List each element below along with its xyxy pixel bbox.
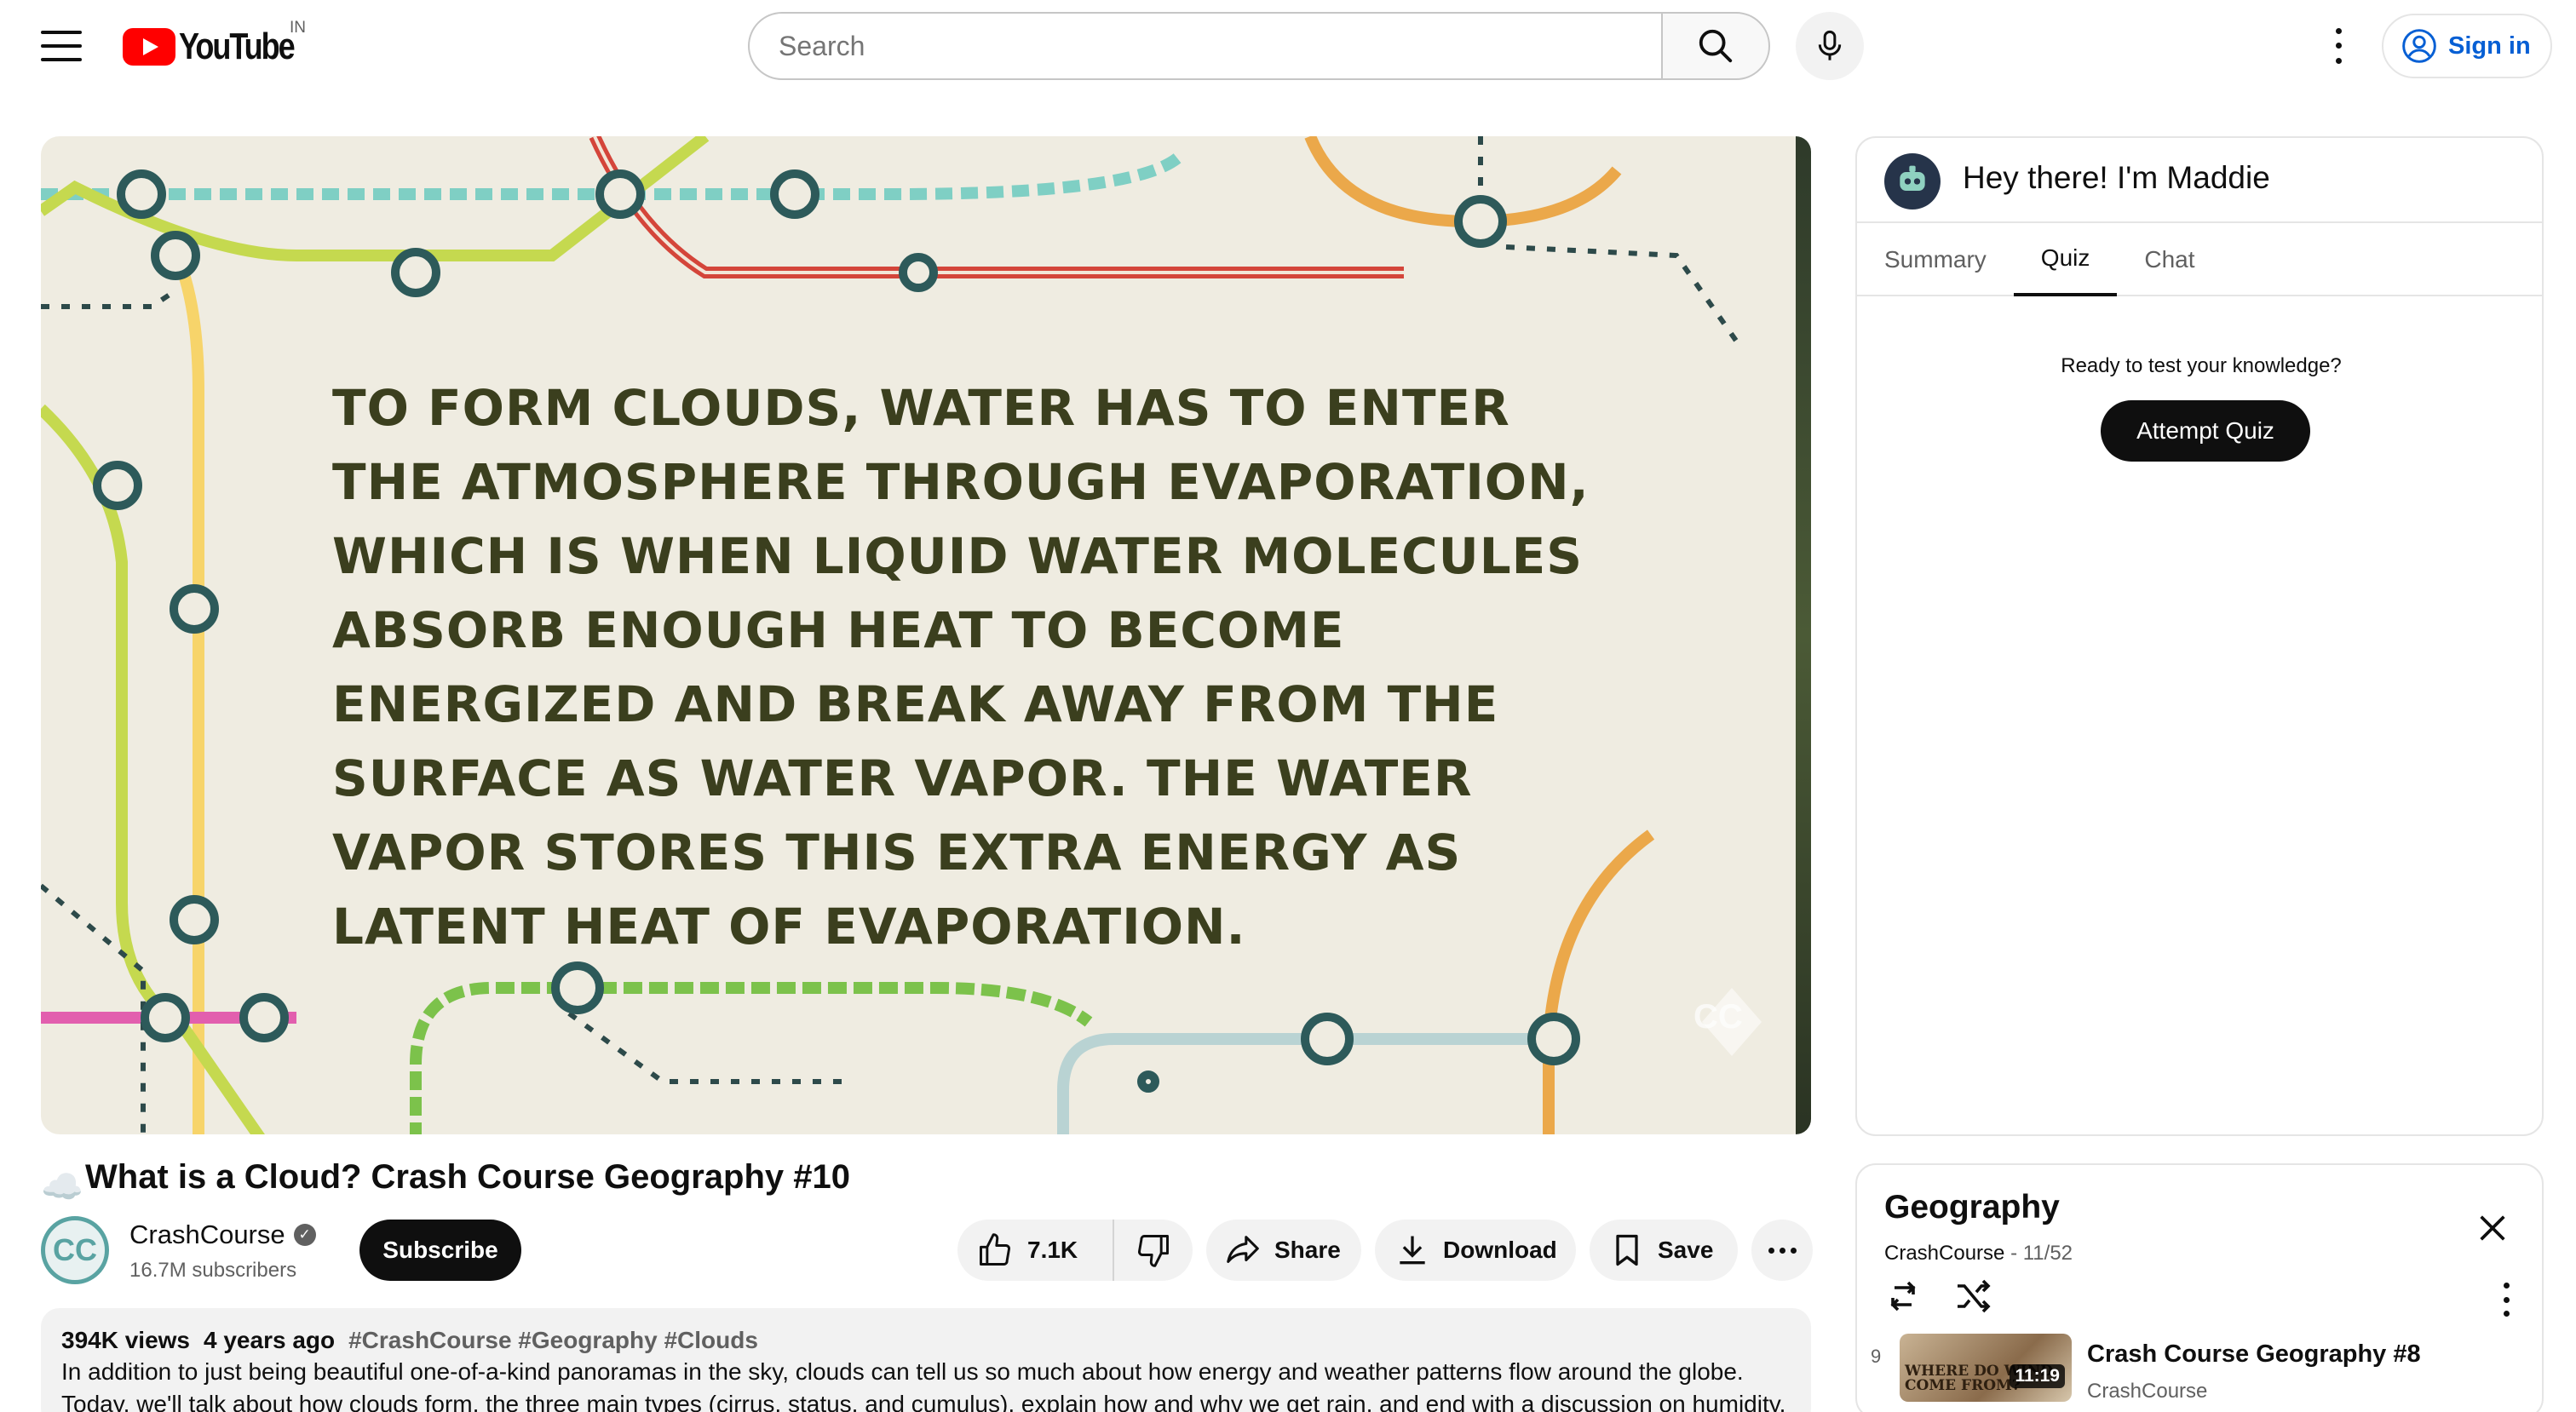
hashtags[interactable]: #CrashCourse #Geography #Clouds — [348, 1327, 758, 1354]
search-icon — [1699, 29, 1733, 63]
playlist-panel: Geography CrashCourse - 11/52 9 WHERE DO… — [1855, 1163, 2544, 1412]
logo-text: YouTube — [179, 26, 296, 67]
attempt-quiz-button[interactable]: Attempt Quiz — [2101, 400, 2310, 462]
assistant-tabs: Summary Quiz Chat — [1857, 223, 2542, 296]
playlist-title[interactable]: Geography — [1884, 1189, 2060, 1226]
verified-badge-icon: ✓ — [293, 1224, 316, 1246]
playlist-item-thumbnail[interactable]: WHERE DO WIND COME FROM? 11:19 — [1900, 1334, 2072, 1402]
playlist-menu-icon[interactable] — [2498, 1283, 2515, 1317]
sign-in-label: Sign in — [2448, 32, 2531, 60]
playlist-item-index: 9 — [1871, 1346, 1882, 1367]
crashcourse-watermark: CC — [1693, 998, 1743, 1036]
channel-name[interactable]: CrashCourse — [129, 1220, 285, 1250]
save-button[interactable]: Save — [1590, 1220, 1738, 1281]
like-button[interactable]: 7.1K — [957, 1220, 1114, 1281]
cloud-emoji: ☁️ — [41, 1168, 83, 1206]
thumbs-up-icon — [980, 1233, 1010, 1266]
download-icon — [1400, 1236, 1425, 1265]
video-duration: 11:19 — [2010, 1364, 2065, 1388]
assistant-panel: Hey there! I'm Maddie Summary Quiz Chat … — [1855, 136, 2544, 1136]
view-count: 394K views — [61, 1327, 190, 1353]
upload-age: 4 years ago — [204, 1327, 336, 1353]
like-dislike-group: 7.1K — [957, 1220, 1193, 1281]
playlist-item-title[interactable]: Crash Course Geography #8 — [2087, 1340, 2421, 1369]
dislike-button[interactable] — [1114, 1231, 1193, 1269]
close-icon[interactable] — [2475, 1211, 2510, 1245]
sign-in-button[interactable]: Sign in — [2382, 14, 2552, 78]
channel-name-row[interactable]: CrashCourse ✓ — [129, 1220, 316, 1250]
shuffle-icon[interactable] — [1952, 1276, 1993, 1317]
share-icon — [1227, 1236, 1259, 1263]
tab-chat[interactable]: Chat — [2117, 223, 2222, 296]
playlist-subtitle: CrashCourse - 11/52 — [1884, 1242, 2073, 1265]
thumbs-down-icon — [1138, 1235, 1169, 1267]
country-code: IN — [290, 19, 306, 37]
subscriber-count: 16.7M subscribers — [129, 1259, 297, 1282]
playlist-position: 11/52 — [2022, 1242, 2073, 1265]
playlist-owner[interactable]: CrashCourse — [1884, 1242, 2004, 1265]
description-box[interactable]: 394K views 4 years ago #CrashCourse #Geo… — [41, 1308, 1811, 1412]
video-caption-text: To form clouds, water has to enter the a… — [332, 379, 1590, 956]
more-actions-button[interactable] — [1751, 1220, 1813, 1281]
loop-icon[interactable] — [1883, 1276, 1923, 1317]
account-icon — [2402, 29, 2436, 63]
tab-quiz[interactable]: Quiz — [2013, 223, 2118, 296]
playlist-item-channel: CrashCourse — [2087, 1380, 2208, 1403]
search-button[interactable] — [1661, 12, 1770, 80]
youtube-play-icon — [123, 28, 175, 66]
maddie-robot-icon — [1884, 153, 1941, 210]
search-box — [748, 12, 1661, 80]
subscribe-button[interactable]: Subscribe — [359, 1220, 521, 1281]
assistant-greeting: Hey there! I'm Maddie — [1963, 160, 2270, 195]
quiz-prompt: Ready to test your knowledge? — [2061, 354, 2342, 377]
description-text: In addition to just being beautiful one-… — [61, 1358, 1786, 1412]
video-title: What is a Cloud? Crash Course Geography … — [85, 1158, 850, 1196]
download-button[interactable]: Download — [1375, 1220, 1576, 1281]
voice-search-button[interactable] — [1796, 12, 1864, 80]
video-edge-strip — [1796, 136, 1811, 1134]
save-label: Save — [1658, 1237, 1714, 1263]
download-label: Download — [1443, 1237, 1557, 1263]
like-count: 7.1K — [1027, 1237, 1078, 1263]
search-input[interactable] — [779, 30, 1661, 62]
tab-summary[interactable]: Summary — [1857, 223, 2014, 296]
description-meta: 394K views 4 years ago #CrashCourse #Geo… — [61, 1327, 1791, 1354]
menu-icon[interactable] — [41, 31, 82, 61]
bookmark-icon — [1616, 1234, 1638, 1266]
channel-avatar[interactable]: CC — [41, 1216, 109, 1284]
share-button[interactable]: Share — [1206, 1220, 1361, 1281]
share-label: Share — [1274, 1237, 1341, 1263]
microphone-icon — [1818, 30, 1842, 60]
settings-menu-icon[interactable] — [2326, 24, 2351, 68]
